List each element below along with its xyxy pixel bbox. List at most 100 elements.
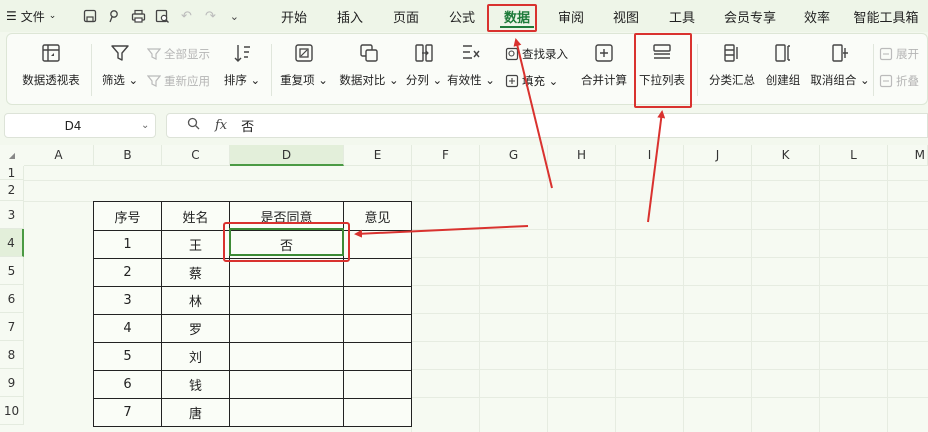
table-cell[interactable] [229, 314, 344, 343]
reapply-button[interactable]: 重新应用 [147, 73, 210, 89]
row-header-3[interactable]: 3 [0, 201, 24, 229]
table-cell[interactable]: 5 [93, 342, 162, 371]
lookup-entry-button[interactable]: 查找录入 [505, 46, 568, 62]
row-header-4[interactable]: 4 [0, 229, 24, 257]
tab-formula[interactable]: 公式 [434, 0, 490, 32]
table-cell[interactable] [343, 230, 412, 259]
save-icon[interactable] [82, 8, 98, 24]
table-cell[interactable]: 林 [161, 286, 230, 315]
fill-button[interactable]: 填充 ⌄ [505, 73, 558, 89]
table-cell[interactable]: 1 [93, 230, 162, 259]
col-header-a[interactable]: A [24, 145, 94, 166]
row-header-9[interactable]: 9 [0, 369, 24, 397]
col-header-d[interactable]: D [230, 145, 344, 166]
tab-smart-toolbox[interactable]: 智能工具箱 [844, 0, 928, 32]
tab-tools[interactable]: 工具 [654, 0, 710, 32]
gridline [547, 166, 548, 432]
chevron-down-icon[interactable]: ⌄ [226, 8, 242, 24]
row-header-6[interactable]: 6 [0, 285, 24, 313]
highlight-box-dropdown-list [634, 33, 692, 108]
tab-member[interactable]: 会员专享 [710, 0, 790, 32]
table-cell[interactable] [343, 314, 412, 343]
table-cell[interactable] [343, 258, 412, 287]
tab-page[interactable]: 页面 [378, 0, 434, 32]
header-cell-index[interactable]: 序号 [93, 201, 162, 231]
zoom-icon[interactable] [187, 117, 203, 134]
table-cell[interactable] [343, 286, 412, 315]
pivot-table-button[interactable]: 数据透视表 [21, 34, 81, 88]
select-all-corner[interactable]: ◢ [0, 145, 24, 166]
table-cell[interactable] [229, 258, 344, 287]
reapply-icon [147, 75, 161, 87]
subtotal-button[interactable]: 分类汇总 [705, 34, 759, 88]
print-icon[interactable] [130, 8, 146, 24]
data-compare-button[interactable]: 数据对比 ⌄ [337, 34, 401, 88]
expand-button[interactable]: 展开 [879, 46, 919, 62]
ungroup-button[interactable]: 取消组合 ⌄ [809, 34, 871, 88]
col-header-h[interactable]: H [548, 145, 616, 166]
table-cell[interactable]: 王 [161, 230, 230, 259]
tab-review[interactable]: 审阅 [544, 0, 598, 32]
row-header-7[interactable]: 7 [0, 313, 24, 341]
col-header-k[interactable]: K [752, 145, 820, 166]
tab-efficiency[interactable]: 效率 [790, 0, 844, 32]
show-all-button[interactable]: 全部显示 [147, 46, 210, 62]
data-compare-label: 数据对比 ⌄ [339, 73, 399, 87]
table-cell[interactable]: 罗 [161, 314, 230, 343]
table-cell[interactable] [229, 286, 344, 315]
col-header-j[interactable]: J [684, 145, 752, 166]
col-header-g[interactable]: G [480, 145, 548, 166]
duplicates-button[interactable]: 重复项 ⌄ [279, 34, 329, 88]
table-cell[interactable]: 3 [93, 286, 162, 315]
name-box[interactable]: D4 ⌄ [4, 113, 156, 138]
table-cell[interactable] [343, 398, 412, 427]
header-cell-name[interactable]: 姓名 [161, 201, 230, 231]
row-header-5[interactable]: 5 [0, 257, 24, 285]
tab-home[interactable]: 开始 [266, 0, 322, 32]
file-menu[interactable]: ☰ 文件 ⌄ [6, 8, 68, 25]
create-group-button[interactable]: 创建组 [761, 34, 805, 88]
col-header-i[interactable]: I [616, 145, 684, 166]
col-header-l[interactable]: L [820, 145, 888, 166]
col-header-m[interactable]: M [888, 145, 928, 166]
chevron-down-icon[interactable]: ⌄ [141, 120, 155, 131]
col-header-e[interactable]: E [344, 145, 412, 166]
table-cell[interactable]: 钱 [161, 370, 230, 399]
row-header-2[interactable]: 2 [0, 180, 24, 201]
table-cell[interactable] [343, 370, 412, 399]
col-header-b[interactable]: B [94, 145, 162, 166]
print-preview-icon[interactable] [154, 8, 170, 24]
function-icon[interactable]: fx [215, 118, 227, 133]
tab-insert[interactable]: 插入 [322, 0, 378, 32]
table-cell[interactable] [229, 398, 344, 427]
row-header-8[interactable]: 8 [0, 341, 24, 369]
tab-view[interactable]: 视图 [598, 0, 654, 32]
validity-button[interactable]: 有效性 ⌄ [447, 34, 495, 88]
col-header-f[interactable]: F [412, 145, 480, 166]
filter-button[interactable]: 筛选 ⌄ [99, 34, 141, 88]
table-cell[interactable]: 2 [93, 258, 162, 287]
table-cell[interactable]: 6 [93, 370, 162, 399]
undo-icon[interactable]: ↶ [178, 8, 194, 24]
table-cell[interactable]: 蔡 [161, 258, 230, 287]
table-cell[interactable] [229, 342, 344, 371]
header-cell-opinion[interactable]: 意见 [343, 201, 412, 231]
table-cell[interactable] [343, 342, 412, 371]
table-cell[interactable]: 唐 [161, 398, 230, 427]
split-column-button[interactable]: 分列 ⌄ [405, 34, 443, 88]
formula-input[interactable]: fx 否 [166, 113, 928, 138]
row-header-1[interactable]: 1 [0, 166, 24, 180]
sort-button[interactable]: 排序 ⌄ [221, 34, 263, 88]
redo-icon[interactable]: ↷ [202, 8, 218, 24]
consolidate-icon [595, 44, 613, 62]
consolidate-button[interactable]: 合并计算 [579, 34, 629, 88]
col-header-c[interactable]: C [162, 145, 230, 166]
table-cell[interactable]: 刘 [161, 342, 230, 371]
hamburger-icon: ☰ [6, 9, 17, 23]
share-icon[interactable] [106, 8, 122, 24]
collapse-button[interactable]: 折叠 [879, 73, 919, 89]
row-header-10[interactable]: 10 [0, 397, 24, 425]
table-cell[interactable]: 4 [93, 314, 162, 343]
table-cell[interactable] [229, 370, 344, 399]
table-cell[interactable]: 7 [93, 398, 162, 427]
